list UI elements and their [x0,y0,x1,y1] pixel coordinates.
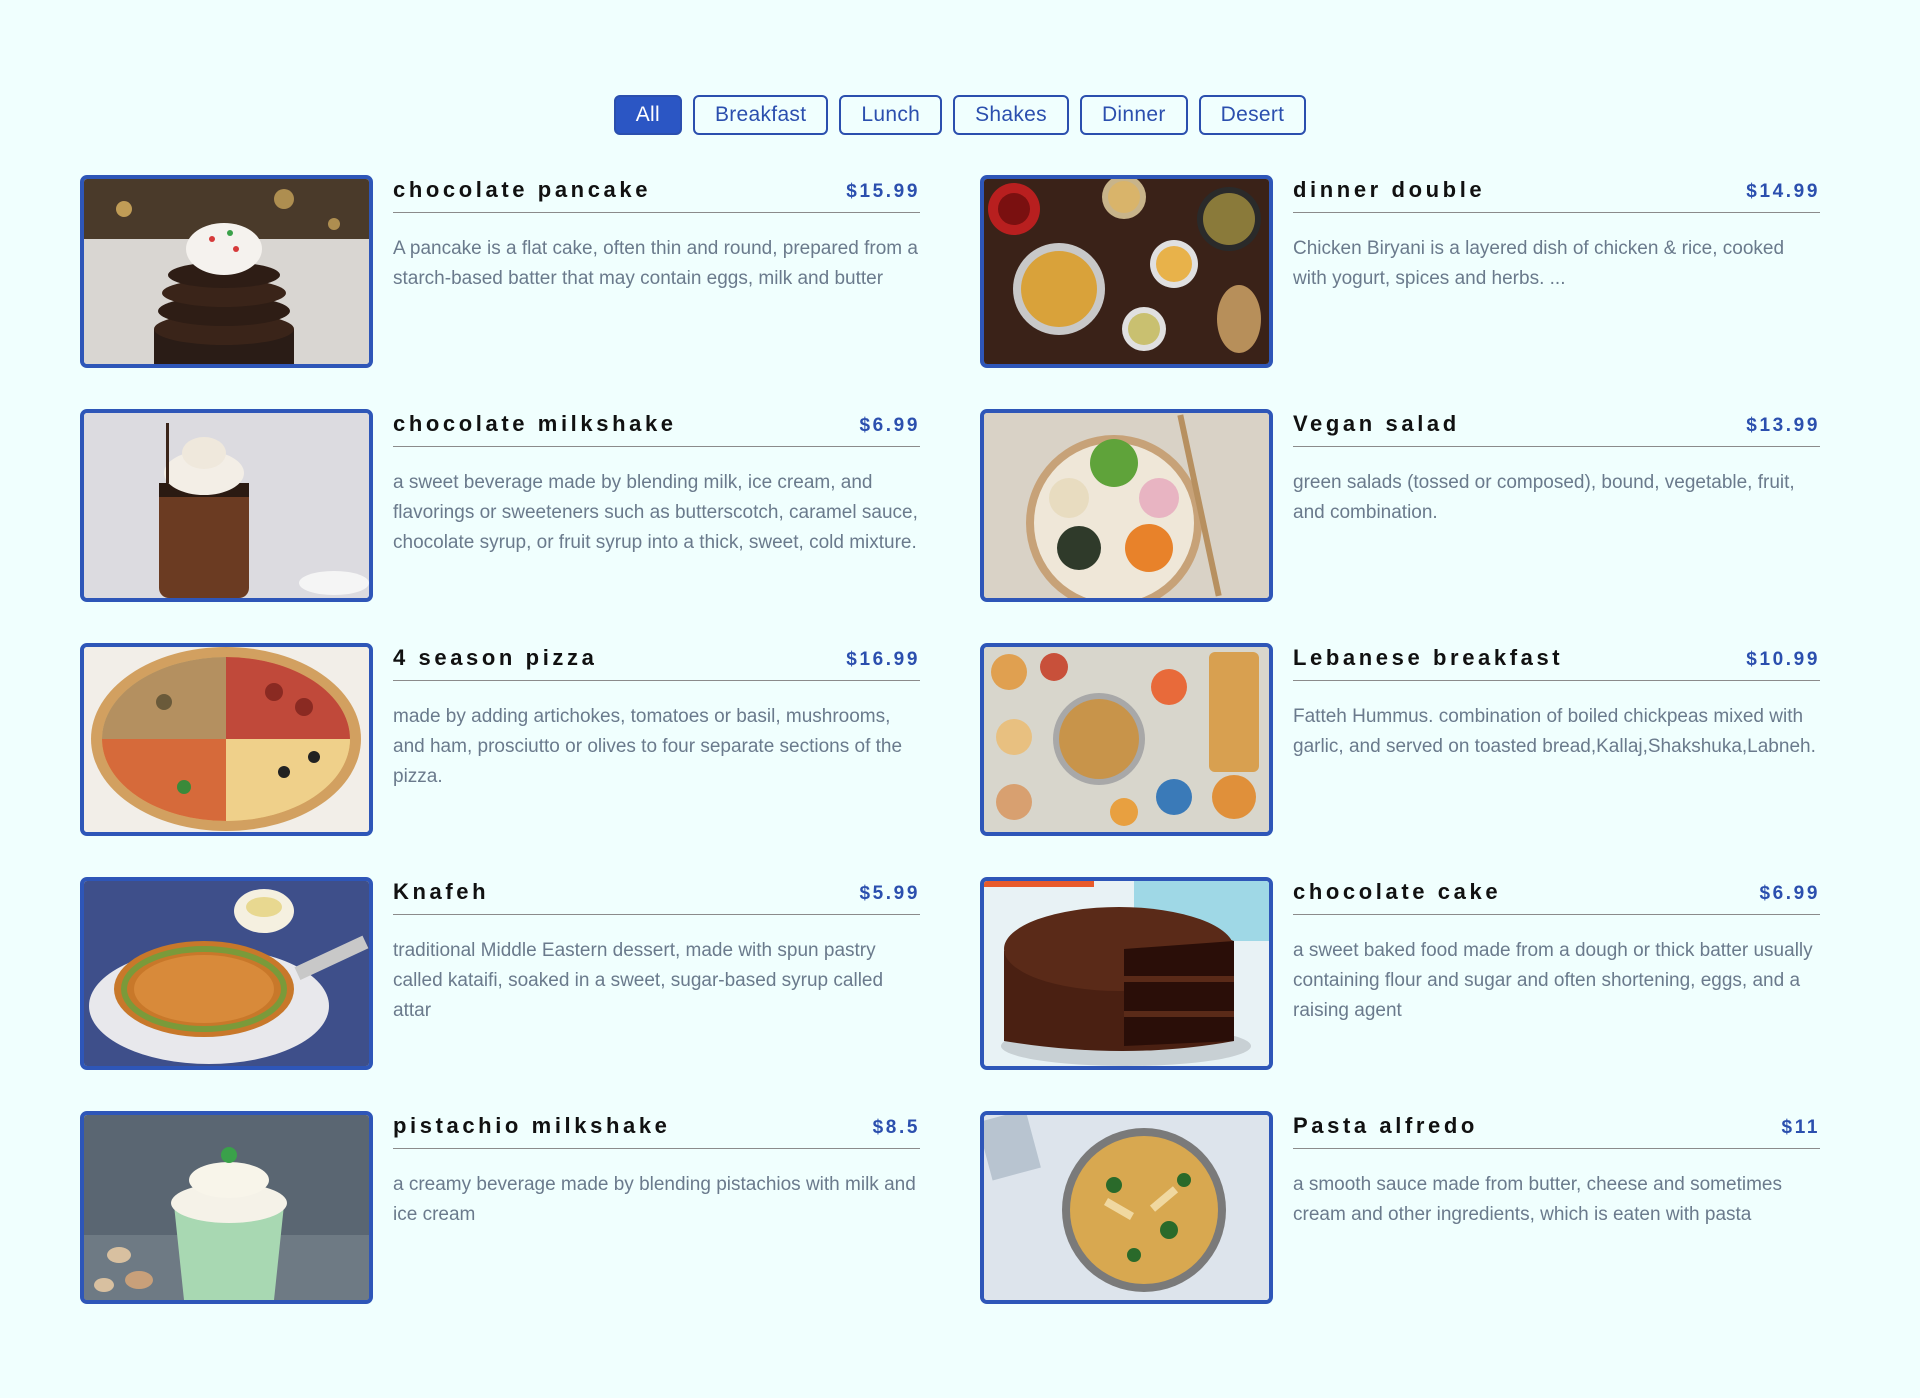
item-name: Pasta alfredo [1293,1113,1478,1138]
menu-item: dinner double $14.99 Chicken Biryani is … [980,175,1820,368]
item-name: 4 season pizza [393,645,598,670]
filter-desert-button[interactable]: Desert [1198,95,1307,135]
menu-item: pistachio milkshake $8.5 a creamy bevera… [80,1111,920,1304]
menu-item: chocolate milkshake $6.99 a sweet bevera… [80,409,920,602]
item-price: $11 [1781,1117,1820,1138]
item-name: pistachio milkshake [393,1113,671,1138]
filter-all-button[interactable]: All [613,95,682,135]
menu-item: Pasta alfredo $11 a smooth sauce made fr… [980,1111,1820,1304]
knafeh-photo [80,877,373,1070]
item-description: green salads (tossed or composed), bound… [1293,472,1795,523]
chocolate-cake-photo [980,877,1273,1070]
filter-lunch-button[interactable]: Lunch [839,95,943,135]
menu-item: chocolate pancake $15.99 A pancake is a … [80,175,920,368]
filter-breakfast-button[interactable]: Breakfast [692,95,829,135]
filter-shakes-button[interactable]: Shakes [953,95,1069,135]
item-name: chocolate milkshake [393,411,677,436]
item-description: A pancake is a flat cake, often thin and… [393,238,918,289]
pasta-alfredo-photo [980,1111,1273,1304]
item-description: traditional Middle Eastern dessert, made… [393,940,884,1021]
lebanese-breakfast-photo [980,643,1273,836]
item-description: Fatteh Hummus. combination of boiled chi… [1293,706,1816,757]
menu-item: Lebanese breakfast $10.99 Fatteh Hummus.… [980,643,1820,836]
chocolate-milkshake-photo [80,409,373,602]
item-price: $6.99 [859,415,920,436]
menu-grid: chocolate pancake $15.99 A pancake is a … [80,175,1820,1304]
item-name: Lebanese breakfast [1293,645,1564,670]
item-price: $5.99 [859,883,920,904]
item-name: chocolate pancake [393,177,652,202]
item-price: $6.99 [1759,883,1820,904]
dinner-spread-photo [980,175,1273,368]
item-description: a creamy beverage made by blending pista… [393,1174,916,1225]
menu-item: chocolate cake $6.99 a sweet baked food … [980,877,1820,1070]
menu-item: Knafeh $5.99 traditional Middle Eastern … [80,877,920,1070]
category-filter-bar: All Breakfast Lunch Shakes Dinner Desert [0,95,1920,135]
item-name: chocolate cake [1293,879,1502,904]
item-name: Vegan salad [1293,411,1460,436]
menu-item: Vegan salad $13.99 green salads (tossed … [980,409,1820,602]
item-price: $8.5 [872,1117,920,1138]
item-name: dinner double [1293,177,1486,202]
item-description: Chicken Biryani is a layered dish of chi… [1293,238,1785,289]
item-description: made by adding artichokes, tomatoes or b… [393,706,903,787]
item-price: $14.99 [1746,181,1820,202]
item-description: a sweet beverage made by blending milk, … [393,472,918,553]
item-price: $10.99 [1746,649,1820,670]
chocolate-pancake-photo [80,175,373,368]
item-price: $16.99 [846,649,920,670]
menu-item: 4 season pizza $16.99 made by adding art… [80,643,920,836]
item-price: $15.99 [846,181,920,202]
filter-dinner-button[interactable]: Dinner [1079,95,1188,135]
pizza-photo [80,643,373,836]
item-name: Knafeh [393,879,490,904]
pistachio-milkshake-photo [80,1111,373,1304]
vegan-salad-photo [980,409,1273,602]
item-description: a sweet baked food made from a dough or … [1293,940,1813,1021]
item-description: a smooth sauce made from butter, cheese … [1293,1174,1782,1225]
item-price: $13.99 [1746,415,1820,436]
